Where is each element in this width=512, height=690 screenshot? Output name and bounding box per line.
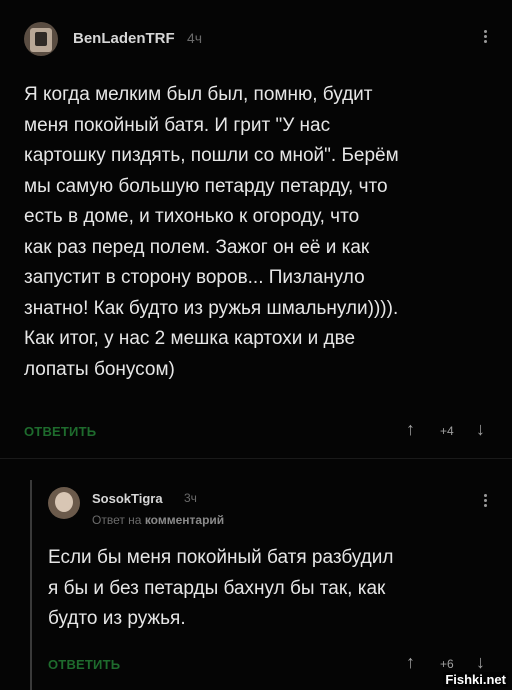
comment-time: 3ч	[184, 491, 197, 505]
divider	[0, 458, 512, 459]
avatar[interactable]	[24, 22, 58, 56]
arrow-down-icon[interactable]: ↓	[476, 419, 485, 440]
avatar-image	[55, 492, 73, 512]
avatar-image-detail	[35, 32, 47, 46]
watermark: Fishki.net	[443, 672, 508, 687]
reply-prefix: Ответ на	[92, 513, 142, 527]
reply-button[interactable]: ОТВЕТИТЬ	[48, 657, 120, 672]
comment-text: Я когда мелким был был, помню, будит мен…	[24, 84, 399, 380]
comment-text: Если бы меня покойный батя разбудил я бы…	[48, 547, 394, 629]
reply-button[interactable]: ОТВЕТИТЬ	[24, 424, 96, 439]
arrow-up-icon[interactable]: ↑	[406, 419, 415, 440]
comment-author[interactable]: BenLadenTRF	[73, 30, 175, 47]
comment-score: +4	[440, 424, 454, 438]
more-options-icon[interactable]	[482, 28, 488, 45]
comment-item: BenLadenTRF 4ч Я когда мелким был был, п…	[0, 0, 512, 460]
arrow-up-icon[interactable]: ↑	[406, 652, 415, 673]
reply-target-link[interactable]: комментарий	[145, 513, 224, 527]
comment-time: 4ч	[187, 30, 203, 46]
arrow-down-icon[interactable]: ↓	[476, 652, 485, 673]
comment-score: +6	[440, 657, 454, 671]
avatar[interactable]	[48, 487, 80, 519]
more-options-icon[interactable]	[482, 492, 488, 509]
comment-author[interactable]: SosokTigra	[92, 491, 163, 506]
reply-to-info: Ответ на комментарий	[92, 513, 224, 527]
